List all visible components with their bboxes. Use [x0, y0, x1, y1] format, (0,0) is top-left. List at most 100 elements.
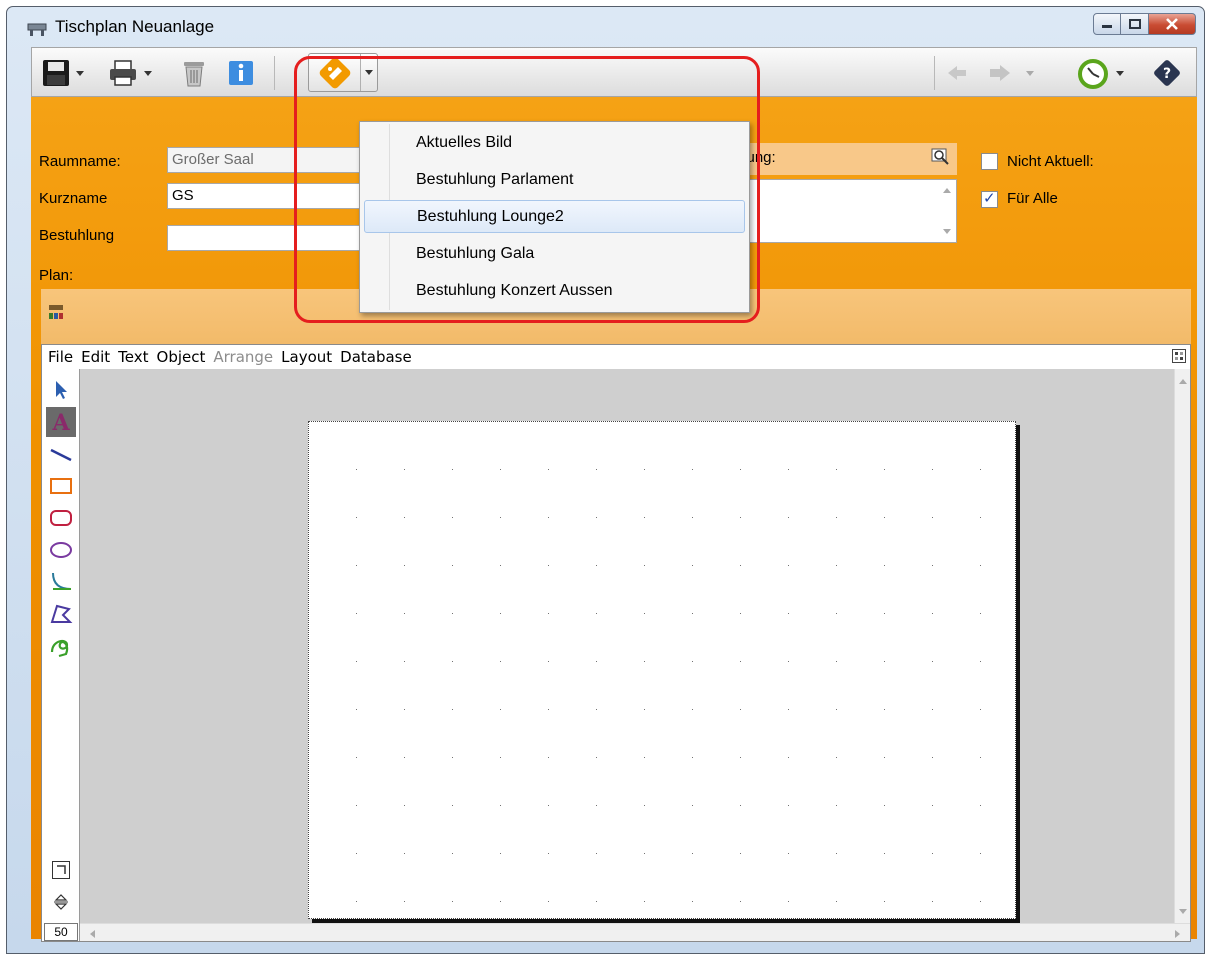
- polygon-icon: [50, 604, 73, 623]
- back-arrow-icon: [948, 66, 966, 80]
- timer-button[interactable]: [1076, 58, 1124, 89]
- table-layout-icon[interactable]: [47, 303, 65, 321]
- minimize-icon: [1102, 25, 1112, 28]
- plan-editor: File Edit Text Object Arrange Layout Dat…: [41, 344, 1191, 942]
- title-bar: Tischplan Neuanlage: [7, 7, 1204, 47]
- raumname-field[interactable]: Großer Saal: [167, 147, 367, 173]
- seating-plan-dropdown-menu: Aktuelles Bild Bestuhlung Parlament Best…: [359, 121, 750, 313]
- freehand-tool[interactable]: [46, 631, 76, 661]
- rounded-rect-icon: [50, 510, 72, 526]
- chevron-down-icon: [1026, 70, 1034, 76]
- arc-tool[interactable]: [46, 567, 76, 597]
- info-icon: [229, 61, 253, 85]
- chevron-down-icon: [365, 70, 373, 75]
- rectangle-tool[interactable]: [46, 471, 76, 501]
- scroll-right-icon[interactable]: [1174, 929, 1182, 939]
- resize-icon: [52, 861, 70, 879]
- delete-button[interactable]: [182, 58, 206, 88]
- info-button[interactable]: [228, 58, 254, 88]
- fuer-alle-checkbox[interactable]: [981, 189, 998, 208]
- search-icon[interactable]: [931, 147, 951, 167]
- menu-item-aktuelles-bild[interactable]: Aktuelles Bild: [364, 126, 745, 159]
- save-button[interactable]: [42, 58, 84, 88]
- plan-label: Plan:: [39, 267, 74, 284]
- scroll-down-icon[interactable]: [1178, 908, 1188, 916]
- menu-object[interactable]: Object: [157, 348, 206, 366]
- scroll-left-icon[interactable]: [88, 929, 96, 939]
- close-button[interactable]: [1149, 13, 1196, 35]
- zoom-level[interactable]: 50: [44, 923, 78, 941]
- bemerkung-textarea[interactable]: [735, 179, 957, 243]
- freehand-icon: [50, 639, 69, 658]
- help-button[interactable]: ?: [1152, 58, 1182, 88]
- line-icon: [50, 448, 72, 462]
- toolbar-separator: [934, 56, 935, 90]
- svg-text:A: A: [51, 410, 70, 434]
- up-down-arrow-icon: [54, 894, 68, 910]
- toolbar-separator: [274, 56, 275, 90]
- line-tool[interactable]: [46, 439, 76, 469]
- vertical-scrollbar[interactable]: [1174, 369, 1190, 924]
- arc-icon: [52, 572, 72, 590]
- tool-palette: A: [42, 369, 80, 941]
- maximize-button[interactable]: [1121, 13, 1149, 35]
- back-button[interactable]: [946, 58, 968, 88]
- print-button[interactable]: [108, 58, 152, 88]
- pointer-icon: [56, 381, 67, 399]
- window-title: Tischplan Neuanlage: [55, 17, 215, 36]
- seating-plan-split-button[interactable]: [308, 53, 378, 92]
- table-icon: [27, 23, 47, 36]
- grid-dots: [309, 422, 1015, 918]
- fuer-alle-label: Für Alle: [1007, 190, 1058, 207]
- save-icon: [43, 60, 69, 86]
- print-icon: [110, 60, 136, 86]
- ellipse-tool[interactable]: [46, 535, 76, 565]
- close-icon: [1166, 18, 1178, 30]
- canvas-area[interactable]: [80, 369, 1176, 924]
- seating-plan-dropdown-toggle[interactable]: [361, 70, 377, 75]
- nicht-aktuell-label: Nicht Aktuell:: [1007, 153, 1094, 170]
- seating-plan-button[interactable]: [309, 54, 361, 91]
- horizontal-scrollbar[interactable]: [80, 923, 1190, 941]
- menu-item-bestuhlung-parlament[interactable]: Bestuhlung Parlament: [364, 163, 745, 196]
- menu-edit[interactable]: Edit: [81, 348, 110, 366]
- zoom-stepper[interactable]: [46, 887, 76, 917]
- scroll-up-icon[interactable]: [1178, 377, 1188, 385]
- timer-icon: [1078, 59, 1108, 89]
- menu-item-bestuhlung-lounge2[interactable]: Bestuhlung Lounge2: [364, 200, 745, 233]
- kurzname-label: Kurzname: [39, 190, 108, 207]
- chevron-down-icon: [144, 70, 152, 76]
- raumname-label: Raumname:: [39, 153, 121, 170]
- trash-icon: [184, 62, 204, 87]
- menu-database[interactable]: Database: [340, 348, 412, 366]
- grid-icon[interactable]: [1172, 349, 1186, 363]
- minimize-button[interactable]: [1093, 13, 1121, 35]
- pointer-tool[interactable]: [46, 375, 76, 405]
- menu-layout[interactable]: Layout: [281, 348, 332, 366]
- menu-item-bestuhlung-konzert-aussen[interactable]: Bestuhlung Konzert Aussen: [364, 274, 745, 307]
- editor-menubar: File Edit Text Object Arrange Layout Dat…: [42, 345, 1190, 368]
- rounded-rect-tool[interactable]: [46, 503, 76, 533]
- polygon-tool[interactable]: [46, 599, 76, 629]
- scroll-up-icon[interactable]: [942, 186, 952, 194]
- chevron-down-icon: [76, 70, 84, 76]
- toolbar: ?: [31, 47, 1197, 97]
- window-controls: [1093, 13, 1196, 35]
- nicht-aktuell-checkbox[interactable]: [981, 153, 998, 170]
- ellipse-icon: [50, 542, 72, 558]
- bestuhlung-label: Bestuhlung: [39, 227, 115, 244]
- menu-item-bestuhlung-gala[interactable]: Bestuhlung Gala: [364, 237, 745, 270]
- seating-layout-icon: [319, 57, 350, 88]
- text-tool-icon: A: [51, 410, 70, 434]
- bestuhlung-field[interactable]: [167, 225, 367, 251]
- menu-file[interactable]: File: [48, 348, 73, 366]
- scroll-down-icon[interactable]: [942, 228, 952, 236]
- rectangle-icon: [50, 478, 72, 494]
- menu-text[interactable]: Text: [118, 348, 148, 366]
- drawing-sheet[interactable]: [308, 421, 1016, 919]
- forward-button[interactable]: [988, 58, 1034, 88]
- text-tool[interactable]: A: [46, 407, 76, 437]
- resize-tool[interactable]: [46, 855, 76, 885]
- kurzname-field[interactable]: GS: [167, 183, 367, 209]
- bemerkung-header: kung:: [735, 143, 957, 175]
